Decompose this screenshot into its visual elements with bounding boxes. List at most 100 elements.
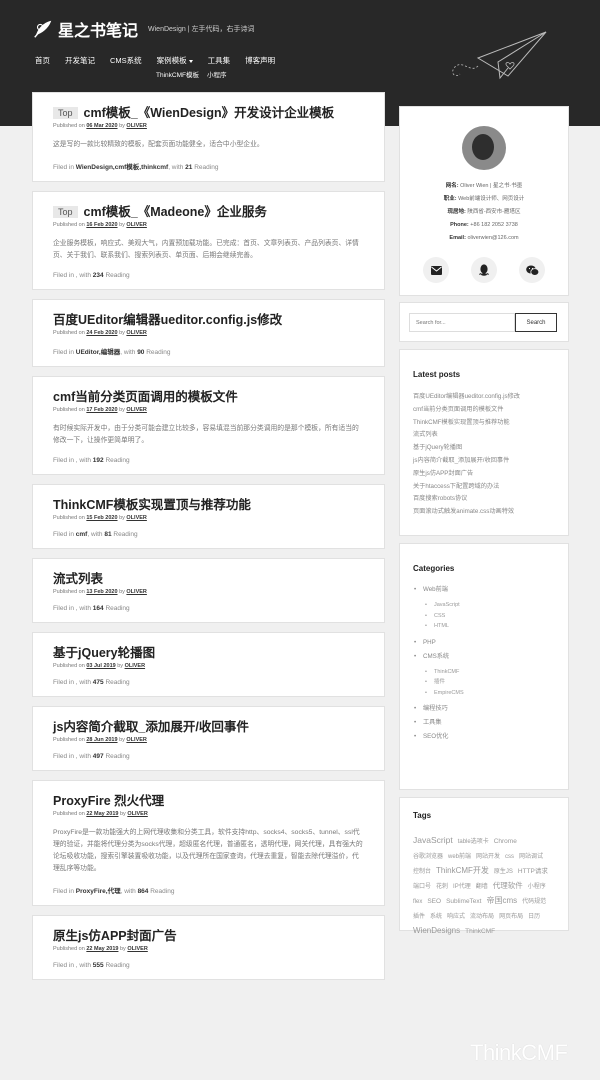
post-title[interactable]: Top cmf模板_《WienDesign》开发设计企业模板 [53,104,364,122]
post-date[interactable]: 24 Feb 2020 [86,330,117,336]
nav-cms[interactable]: CMS系统 [110,55,142,66]
post-date[interactable]: 06 Mar 2020 [86,123,117,129]
wechat-icon[interactable] [519,257,545,283]
post-title-text[interactable]: cmf模板_《Madeone》企业服务 [84,203,267,221]
post-date[interactable]: 16 Feb 2020 [86,222,117,228]
tag-link[interactable]: 日历 [528,911,540,923]
site-title[interactable]: 星之书笔记 [58,17,138,41]
post-author[interactable]: OLIVER [126,589,146,595]
post-categories[interactable]: cmf [76,531,88,538]
category-item[interactable]: PHP [413,636,555,650]
tag-link[interactable]: 代码规范 [522,896,546,908]
latest-post-link[interactable]: 流式列表 [413,429,555,442]
tag-link[interactable]: SublimeText [446,896,481,908]
tag-link[interactable]: WienDesigns [413,925,460,937]
subcategory-item[interactable]: EmpireCMS [413,688,555,699]
nav-dev-notes[interactable]: 开发笔记 [65,55,95,66]
tag-link[interactable]: 流动布局 [470,911,494,923]
tag-link[interactable]: 代理软件 [493,880,523,892]
nav-tools[interactable]: 工具集 [208,55,231,66]
post-title[interactable]: 百度UEditor编辑器ueditor.config.js修改 [53,311,364,329]
post-author[interactable]: OLIVER [126,407,146,413]
post-title[interactable]: 原生js仿APP封面广告 [53,927,364,945]
tag-link[interactable]: 响应式 [447,911,465,923]
subcategory-item[interactable]: JavaScript [413,600,555,611]
tag-link[interactable]: 翻墙 [476,881,488,893]
post-author[interactable]: OLIVER [127,946,147,952]
subcategory-item[interactable]: CSS [413,611,555,622]
submenu-thinkcmf[interactable]: ThinkCMF模板 [156,69,199,79]
post-title[interactable]: ProxyFire 烈火代理 [53,792,364,810]
post-author[interactable]: OLIVER [126,515,146,521]
post-author[interactable]: OLIVER [126,222,146,228]
tag-link[interactable]: SEO [427,896,441,908]
post-title[interactable]: js内容简介截取_添加展开/收回事件 [53,718,364,736]
latest-post-link[interactable]: cmf当前分类页面调用的模板文件 [413,404,555,417]
post-title-text[interactable]: cmf模板_《WienDesign》开发设计企业模板 [84,104,335,122]
post-title[interactable]: ThinkCMF模板实现置顶与推荐功能 [53,496,364,514]
qq-icon[interactable] [471,257,497,283]
mail-icon[interactable] [423,257,449,283]
post-title-text[interactable]: 流式列表 [53,570,103,588]
tag-link[interactable]: 花刺 [436,881,448,893]
subcategory-item[interactable]: HTML [413,621,555,632]
nav-home[interactable]: 首页 [35,55,50,66]
post-date[interactable]: 03 Jul 2019 [86,663,115,669]
post-date[interactable]: 22 May 2019 [86,946,118,952]
tag-link[interactable]: 网站调试 [519,851,543,863]
tag-link[interactable]: ThinkCMF [465,926,495,938]
post-author[interactable]: OLIVER [126,330,146,336]
post-date[interactable]: 28 Jun 2019 [86,737,117,743]
nav-templates[interactable]: 案例模板 [157,55,193,66]
post-title[interactable]: Top cmf模板_《Madeone》企业服务 [53,203,364,221]
tag-link[interactable]: css [505,851,514,863]
post-title[interactable]: cmf当前分类页面调用的模板文件 [53,388,364,406]
latest-post-link[interactable]: 原生js仿APP封面广告 [413,468,555,481]
post-date[interactable]: 13 Feb 2020 [86,589,117,595]
post-date[interactable]: 22 May 2019 [86,811,118,817]
post-author[interactable]: OLIVER [127,811,147,817]
post-title-text[interactable]: ThinkCMF模板实现置顶与推荐功能 [53,496,251,514]
tag-link[interactable]: 小程序 [528,881,546,893]
tag-link[interactable]: 谷歌浏览器 [413,851,443,863]
tag-link[interactable]: ThinkCMF开发 [436,865,489,877]
subcategory-item[interactable]: 插件 [413,677,555,688]
latest-post-link[interactable]: ThinkCMF模板实现置顶与推荐功能 [413,417,555,430]
post-date[interactable]: 17 Feb 2020 [86,407,117,413]
post-author[interactable]: OLIVER [126,737,146,743]
submenu-miniprogram[interactable]: 小程序 [207,69,227,79]
latest-post-link[interactable]: 关于htaccess下配置跨域的办法 [413,481,555,494]
post-author[interactable]: OLIVER [126,123,146,129]
tag-link[interactable]: JavaScript [413,834,453,846]
tag-link[interactable]: 控制台 [413,866,431,878]
subcategory-item[interactable]: ThinkCMF [413,667,555,678]
latest-post-link[interactable]: 基于jQuery轮播图 [413,442,555,455]
tag-link[interactable]: 系统 [430,911,442,923]
latest-post-link[interactable]: 百度UEditor编辑器ueditor.config.js修改 [413,391,555,404]
post-date[interactable]: 15 Feb 2020 [86,515,117,521]
category-item[interactable]: 编程技巧 [413,702,555,716]
nav-statement[interactable]: 博客声明 [245,55,275,66]
tag-link[interactable]: HTTP请求 [518,866,548,878]
tag-link[interactable]: flex [413,896,422,908]
tag-link[interactable]: 帝国cms [486,895,517,907]
tag-link[interactable]: IP代理 [453,881,471,893]
tag-link[interactable]: 原生JS [494,866,513,878]
category-item[interactable]: Web前端 [413,583,555,597]
latest-post-link[interactable]: 百度搜索robots协议 [413,493,555,506]
category-item[interactable]: CMS系统 [413,650,555,664]
post-categories[interactable]: ProxyFire,代理 [76,888,121,895]
category-item[interactable]: SEO优化 [413,730,555,744]
tag-link[interactable]: table选项卡 [458,836,489,848]
post-title-text[interactable]: ProxyFire 烈火代理 [53,792,164,810]
tag-link[interactable]: Chrome [494,836,517,848]
avatar[interactable] [462,126,506,170]
post-categories[interactable]: WienDesign,cmf模板,thinkcmf [76,164,168,171]
quill-logo-icon[interactable] [32,18,54,40]
category-item[interactable]: 工具集 [413,716,555,730]
latest-post-link[interactable]: js内容简介截取_添加展开/收回事件 [413,455,555,468]
latest-post-link[interactable]: 页面滚动式触发animate.css动画特效 [413,506,555,519]
post-title-text[interactable]: js内容简介截取_添加展开/收回事件 [53,718,249,736]
tag-link[interactable]: web前端 [448,851,471,863]
post-title-text[interactable]: 原生js仿APP封面广告 [53,927,177,945]
